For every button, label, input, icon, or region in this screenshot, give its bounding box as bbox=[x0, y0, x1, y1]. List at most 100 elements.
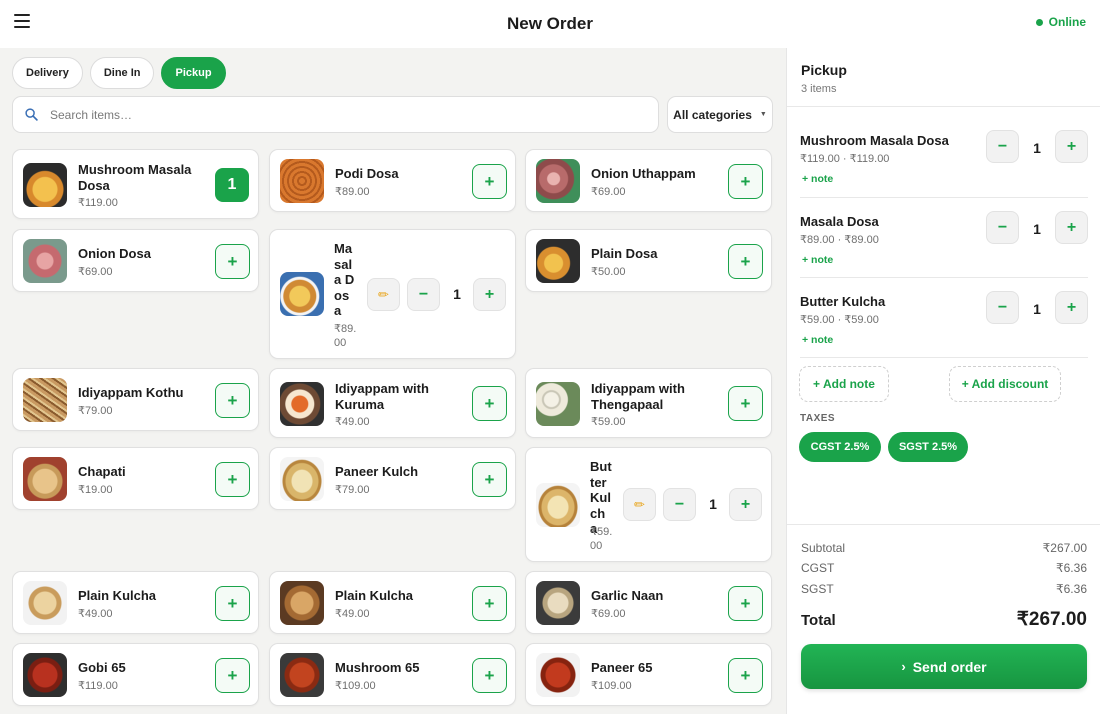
order-item-name: Mushroom Masala Dosa bbox=[800, 133, 949, 148]
menu-item-card[interactable]: Paneer 65 ₹109.00 + bbox=[525, 643, 772, 706]
search-input[interactable] bbox=[50, 107, 610, 122]
menu-item-card[interactable]: Chapati ₹19.00 + bbox=[12, 447, 259, 510]
chevron-down-icon: ▼ bbox=[759, 111, 767, 118]
order-item-name: Masala Dosa bbox=[800, 214, 879, 229]
item-name: Gobi 65 bbox=[78, 660, 126, 675]
item-price: ₹19.00 bbox=[78, 484, 113, 496]
tab-delivery[interactable]: Delivery bbox=[12, 57, 83, 89]
order-item-quantity: 1 bbox=[1033, 140, 1041, 156]
item-price: ₹50.00 bbox=[591, 266, 626, 278]
add-item-button[interactable]: + bbox=[472, 586, 507, 621]
order-item-quantity: 1 bbox=[1033, 221, 1041, 237]
add-item-button[interactable]: + bbox=[215, 658, 250, 693]
menu-item-card[interactable]: Idiyappam with Thengapaal ₹59.00 + bbox=[525, 368, 772, 438]
menu-item-card[interactable]: Masala Dosa ₹89.00 ✏ − 1 + bbox=[269, 229, 516, 359]
item-price: ₹49.00 bbox=[335, 608, 370, 620]
add-item-button[interactable]: + bbox=[472, 462, 507, 497]
add-order-note-button[interactable]: + Add note bbox=[799, 366, 889, 402]
food-thumbnail bbox=[536, 483, 580, 527]
add-item-note-link[interactable]: + note bbox=[802, 334, 833, 346]
item-name: Podi Dosa bbox=[335, 166, 399, 181]
add-item-button[interactable]: + bbox=[215, 586, 250, 621]
tax-chip-sgst[interactable]: SGST 2.5% bbox=[888, 432, 968, 462]
taxes-heading: TAXES bbox=[800, 413, 836, 424]
item-name: Garlic Naan bbox=[591, 588, 664, 603]
status-dot-icon bbox=[1035, 18, 1043, 26]
increment-button[interactable]: + bbox=[473, 278, 506, 311]
decrement-button[interactable]: − bbox=[663, 488, 696, 521]
menu-item-card[interactable]: Plain Kulcha ₹49.00 + bbox=[269, 571, 516, 634]
add-item-button[interactable]: + bbox=[728, 244, 763, 279]
decrement-button[interactable]: − bbox=[407, 278, 440, 311]
send-order-button[interactable]: › Send order bbox=[801, 644, 1087, 689]
add-item-button[interactable]: + bbox=[728, 386, 763, 421]
menu-item-card[interactable]: Gobi 65 ₹119.00 + bbox=[12, 643, 259, 706]
divider bbox=[800, 357, 1088, 358]
food-thumbnail bbox=[23, 378, 67, 422]
add-item-button[interactable]: + bbox=[728, 586, 763, 621]
add-discount-button[interactable]: + Add discount bbox=[949, 366, 1061, 402]
item-price: ₹69.00 bbox=[591, 186, 626, 198]
menu-item-card[interactable]: Butter Kulcha ₹59.00 ✏ − 1 + bbox=[525, 447, 772, 562]
menu-item-card[interactable]: Podi Dosa ₹89.00 + bbox=[269, 149, 516, 212]
item-price: ₹69.00 bbox=[591, 608, 626, 620]
quantity-badge[interactable]: 1 bbox=[215, 168, 249, 202]
menu-item-card[interactable]: Plain Kulcha ₹49.00 + bbox=[12, 571, 259, 634]
increment-button[interactable]: + bbox=[729, 488, 762, 521]
total-row: Total ₹267.00 bbox=[801, 608, 1087, 631]
menu-item-card[interactable]: Mushroom 65 ₹109.00 + bbox=[269, 643, 516, 706]
menu-item-card[interactable]: Mushroom Masala Dosa ₹119.00 1 bbox=[12, 149, 259, 219]
decrement-button[interactable]: − bbox=[986, 211, 1019, 244]
food-thumbnail bbox=[280, 159, 324, 203]
order-title: Pickup bbox=[801, 62, 847, 78]
item-price: ₹79.00 bbox=[78, 405, 113, 417]
category-dropdown[interactable]: All categories ▼ bbox=[667, 96, 773, 133]
menu-item-card[interactable]: Idiyappam Kothu ₹79.00 + bbox=[12, 368, 259, 431]
item-name: Mushroom Masala Dosa bbox=[78, 162, 192, 193]
item-name: Onion Dosa bbox=[78, 246, 151, 261]
decrement-button[interactable]: − bbox=[986, 130, 1019, 163]
add-item-note-link[interactable]: + note bbox=[802, 173, 833, 185]
increment-button[interactable]: + bbox=[1055, 291, 1088, 324]
decrement-button[interactable]: − bbox=[986, 291, 1019, 324]
subtotal-value: ₹267.00 bbox=[1042, 541, 1087, 555]
divider bbox=[787, 524, 1100, 525]
item-name: Mushroom 65 bbox=[335, 660, 420, 675]
menu-item-card[interactable]: Onion Dosa ₹69.00 + bbox=[12, 229, 259, 292]
chevron-right-icon: › bbox=[901, 659, 906, 674]
menu-item-card[interactable]: Garlic Naan ₹69.00 + bbox=[525, 571, 772, 634]
menu-item-card[interactable]: Idiyappam with Kuruma ₹49.00 + bbox=[269, 368, 516, 438]
food-thumbnail bbox=[536, 653, 580, 697]
add-item-button[interactable]: + bbox=[472, 386, 507, 421]
item-price: ₹119.00 bbox=[78, 197, 118, 209]
search-icon bbox=[25, 108, 38, 121]
increment-button[interactable]: + bbox=[1055, 211, 1088, 244]
tab-dine-in[interactable]: Dine In bbox=[89, 57, 155, 89]
food-thumbnail bbox=[23, 239, 67, 283]
menu-item-card[interactable]: Paneer Kulch ₹79.00 + bbox=[269, 447, 516, 510]
item-price: ₹69.00 bbox=[78, 266, 113, 278]
item-name: Paneer 65 bbox=[591, 660, 653, 675]
item-name: Idiyappam with Thengapaal bbox=[591, 381, 685, 412]
increment-button[interactable]: + bbox=[1055, 130, 1088, 163]
food-thumbnail bbox=[23, 581, 67, 625]
menu-icon[interactable] bbox=[14, 14, 30, 28]
tax-chip-cgst[interactable]: CGST 2.5% bbox=[799, 432, 881, 462]
add-item-button[interactable]: + bbox=[215, 383, 250, 418]
add-item-button[interactable]: + bbox=[728, 658, 763, 693]
tab-pickup[interactable]: Pickup bbox=[161, 57, 226, 89]
pencil-icon[interactable]: ✏ bbox=[367, 278, 400, 311]
add-item-button[interactable]: + bbox=[215, 244, 250, 279]
add-item-button[interactable]: + bbox=[472, 164, 507, 199]
menu-item-card[interactable]: Onion Uthappam ₹69.00 + bbox=[525, 149, 772, 212]
menu-item-card[interactable]: Plain Dosa ₹50.00 + bbox=[525, 229, 772, 292]
add-item-note-link[interactable]: + note bbox=[802, 254, 833, 266]
add-item-button[interactable]: + bbox=[215, 462, 250, 497]
cgst-label: CGST bbox=[801, 561, 835, 575]
item-quantity: 1 bbox=[453, 286, 461, 302]
pencil-icon[interactable]: ✏ bbox=[623, 488, 656, 521]
add-item-button[interactable]: + bbox=[728, 164, 763, 199]
item-price: ₹109.00 bbox=[591, 680, 632, 692]
add-item-button[interactable]: + bbox=[472, 658, 507, 693]
app-header: New Order Online bbox=[0, 0, 1100, 48]
